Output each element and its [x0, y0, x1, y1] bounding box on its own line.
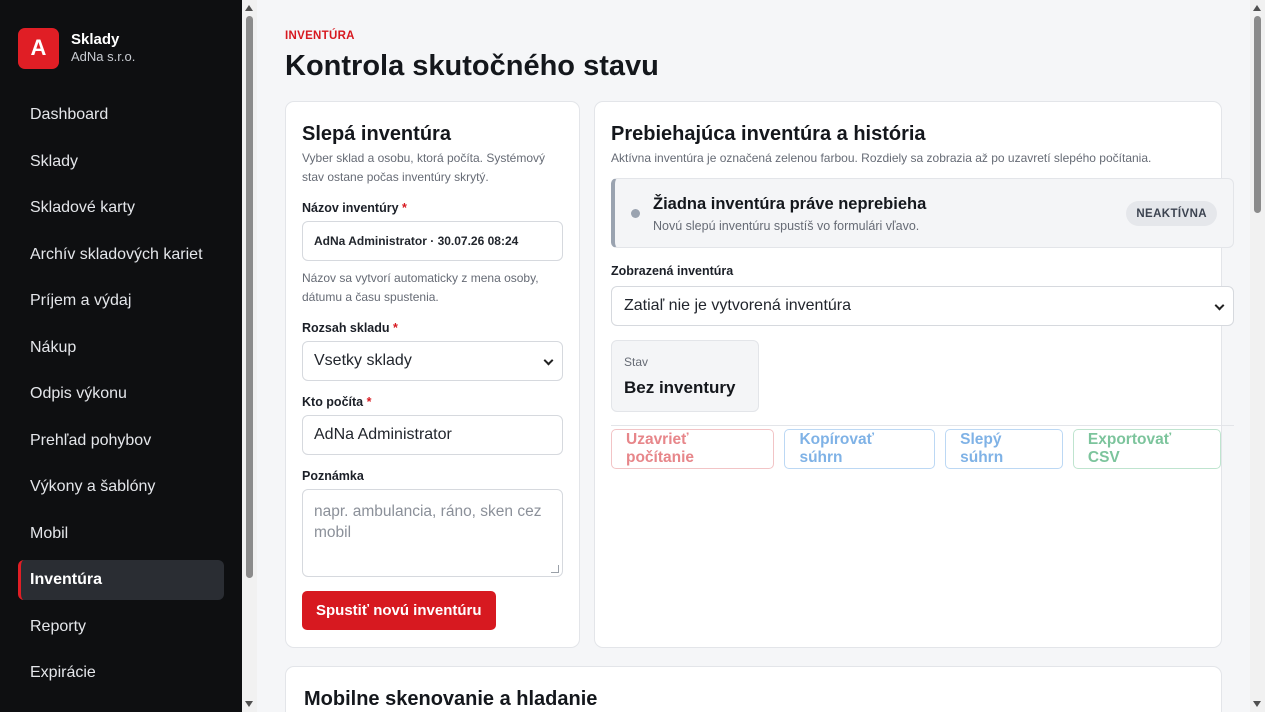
blind-summary-button[interactable]: Slepý súhrn — [945, 429, 1063, 469]
inventory-actions: Uzavrieť počítanie Kopírovať súhrn Slepý… — [611, 429, 1222, 469]
scrollbar-thumb[interactable] — [1254, 16, 1261, 213]
note-textarea[interactable]: napr. ambulancia, ráno, sken cez mobil — [302, 489, 563, 577]
sidebar-item-dashboard[interactable]: Dashboard — [18, 95, 224, 135]
scroll-down-arrow-icon[interactable] — [245, 701, 253, 707]
inventory-status-banner: Žiadna inventúra práve neprebieha Novú s… — [611, 178, 1234, 248]
chevron-down-icon — [543, 355, 554, 366]
page-eyebrow: INVENTÚRA — [285, 30, 355, 42]
scroll-up-arrow-icon[interactable] — [245, 5, 253, 11]
page-scrollbar[interactable] — [1250, 0, 1265, 712]
required-mark: * — [366, 395, 372, 409]
scope-label: Rozsah skladu * — [302, 321, 563, 335]
scrollbar-thumb[interactable] — [246, 16, 253, 578]
status-subtitle: Novú slepú inventúru spustíš vo formulár… — [653, 219, 920, 233]
mobile-scan-title: Mobilne skenovanie a hladanie — [304, 688, 598, 710]
blind-inventory-title: Slepá inventúra — [302, 123, 451, 145]
shown-inventory-label: Zobrazená inventúra — [611, 264, 734, 278]
brand-subtitle: AdNa s.r.o. — [71, 49, 136, 64]
note-placeholder: napr. ambulancia, ráno, sken cez mobil — [314, 503, 542, 541]
state-value: Bez inventury — [624, 378, 736, 397]
status-dot-icon — [631, 209, 640, 218]
scroll-up-arrow-icon[interactable] — [1253, 5, 1261, 11]
required-mark: * — [402, 201, 407, 215]
scroll-down-arrow-icon[interactable] — [1253, 701, 1261, 707]
shown-inventory-value: Zatiaľ nie je vytvorená inventúra — [624, 297, 852, 314]
running-inventory-card: Prebiehajúca inventúra a história Aktívn… — [594, 101, 1234, 648]
counter-field[interactable]: AdNa Administrator — [302, 415, 563, 455]
running-inventory-description: Aktívna inventúra je označená zelenou fa… — [611, 151, 1152, 165]
sidebar-nav: Dashboard Sklady Skladové karty Archív s… — [0, 95, 242, 693]
start-inventory-button[interactable]: Spustiť novú inventúru — [302, 591, 496, 630]
sidebar-item-archiv[interactable]: Archív skladových kariet — [18, 235, 224, 275]
sidebar-item-vykony-sablony[interactable]: Výkony a šablóny — [18, 467, 224, 507]
sidebar-item-prijem-vydaj[interactable]: Príjem a výdaj — [18, 281, 224, 321]
page-title: Kontrola skutočného stavu — [285, 50, 659, 82]
sidebar-scrollbar[interactable] — [242, 0, 257, 712]
inventory-name-field[interactable]: AdNa Administrator · 30.07.26 08:24 — [302, 221, 563, 261]
scope-select[interactable]: Vsetky sklady — [302, 341, 563, 381]
blind-inventory-description: Vyber sklad a osobu, ktorá počíta. Systé… — [302, 151, 546, 184]
export-csv-button[interactable]: Exportovať CSV — [1072, 429, 1222, 469]
sidebar-item-skladove-karty[interactable]: Skladové karty — [18, 188, 224, 228]
chevron-down-icon — [1214, 300, 1225, 311]
sidebar: A Sklady AdNa s.r.o. Dashboard Sklady Sk… — [0, 0, 242, 712]
sidebar-item-odpis-vykonu[interactable]: Odpis výkonu — [18, 374, 224, 414]
counter-label-text: Kto počíta — [302, 395, 364, 409]
sidebar-item-sklady[interactable]: Sklady — [18, 142, 224, 182]
state-label: Stav — [624, 355, 649, 369]
sidebar-item-nakup[interactable]: Nákup — [18, 328, 224, 368]
brand-logo: A — [18, 27, 59, 69]
note-label: Poznámka — [302, 469, 364, 483]
close-counting-button[interactable]: Uzavrieť počítanie — [611, 429, 775, 469]
resize-grip-icon[interactable] — [551, 565, 559, 573]
mobile-scan-card: Mobilne skenovanie a hladanie — [285, 666, 1222, 712]
sidebar-item-inventura[interactable]: Inventúra — [18, 560, 224, 600]
blind-inventory-card: Slepá inventúra Vyber sklad a osobu, kto… — [285, 101, 580, 648]
brand[interactable]: A Sklady AdNa s.r.o. — [0, 0, 242, 72]
running-inventory-title: Prebiehajúca inventúra a história — [611, 123, 926, 145]
scope-label-text: Rozsah skladu — [302, 321, 390, 335]
sidebar-item-expiracie[interactable]: Expirácie — [18, 653, 224, 693]
scope-select-value: Vsetky sklady — [314, 352, 412, 369]
status-title: Žiadna inventúra práve neprebieha — [653, 195, 927, 213]
brand-text: Sklady AdNa s.r.o. — [71, 31, 135, 65]
shown-inventory-select[interactable]: Zatiaľ nie je vytvorená inventúra — [611, 286, 1234, 326]
sidebar-item-mobil[interactable]: Mobil — [18, 514, 224, 554]
status-badge: NEAKTÍVNA — [1126, 201, 1217, 226]
main-content: INVENTÚRA Kontrola skutočného stavu Slep… — [257, 0, 1250, 712]
required-mark: * — [393, 321, 398, 335]
inventory-name-hint: Názov sa vytvorí automaticky z mena osob… — [302, 271, 539, 304]
counter-label: Kto počíta * — [302, 395, 563, 409]
copy-summary-button[interactable]: Kopírovať súhrn — [784, 429, 936, 469]
brand-title: Sklady — [71, 31, 120, 48]
inventory-name-label-text: Názov inventúry — [302, 201, 399, 215]
state-stat: Stav Bez inventury — [611, 340, 759, 412]
sidebar-item-prehlad-pohybov[interactable]: Prehľad pohybov — [18, 421, 224, 461]
divider — [611, 425, 1234, 426]
inventory-name-label: Názov inventúry * — [302, 201, 563, 215]
sidebar-item-reporty[interactable]: Reporty — [18, 607, 224, 647]
